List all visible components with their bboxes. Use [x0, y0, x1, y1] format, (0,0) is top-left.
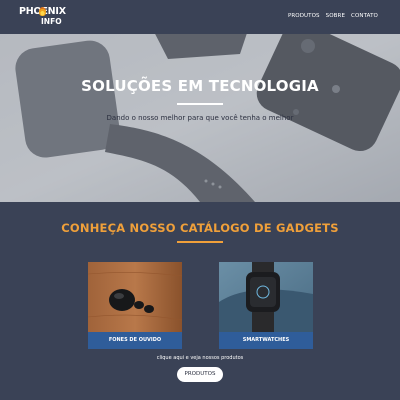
site-header: PHOENIX INFO PRODUTOS SOBRE CONTATO: [0, 0, 400, 34]
main-nav: PRODUTOS SOBRE CONTATO: [288, 13, 378, 19]
product-card-earbuds[interactable]: FONES DE OUVIDO: [88, 262, 182, 349]
phoenix-info-logo[interactable]: PHOENIX INFO: [19, 7, 66, 31]
flame-icon: [39, 7, 46, 16]
product-card-smartwatches[interactable]: SMARTWATCHES: [219, 262, 313, 349]
catalog-title: CONHEÇA NOSSO CATÁLOGO DE GADGETS: [61, 221, 339, 235]
product-card-label: SMARTWATCHES: [219, 332, 313, 349]
hero-divider: [177, 103, 223, 105]
nav-link-contato[interactable]: CONTATO: [351, 13, 378, 19]
hero-banner: SOLUÇÕES EM TECNOLOGIA Dando o nosso mel…: [0, 34, 400, 202]
nav-link-sobre[interactable]: SOBRE: [326, 13, 345, 19]
logo-text-secondary: INFO: [41, 17, 62, 26]
catalog-hint[interactable]: clique aqui e veja nossos produtos: [0, 355, 400, 361]
smartwatch-photo: [219, 262, 313, 332]
catalog-divider: [177, 241, 223, 243]
nav-link-produtos[interactable]: PRODUTOS: [288, 13, 320, 19]
earbuds-photo: [88, 262, 182, 332]
products-button[interactable]: PRODUTOS: [177, 367, 223, 382]
hero-subtitle: Dando o nosso melhor para que você tenha…: [106, 114, 294, 122]
hero-title: SOLUÇÕES EM TECNOLOGIA: [81, 77, 319, 95]
product-card-label: FONES DE OUVIDO: [88, 332, 182, 349]
